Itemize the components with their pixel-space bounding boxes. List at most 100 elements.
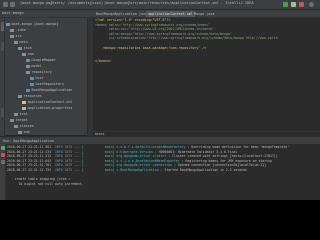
folder-icon [14,124,18,128]
file-icon [30,76,34,80]
log-msg: : Started BootMongoApplication in 2.3 se… [160,167,247,172]
file-icon [26,88,30,92]
log-level: INFO [54,145,65,149]
tree-item-label: src [15,34,22,38]
log-date: 2018-06-27 23:21:12.755 [7,167,55,172]
project-tool-button[interactable] [1,22,4,31]
folder-icon [26,70,30,74]
log-cls: [ main] org.mongodb.driver.cluster [81,154,169,159]
log-thread: --- [74,145,82,149]
log-msg: : Registering beans for JMX exposure on … [181,158,272,163]
tab-mongo[interactable]: Mongo.java [192,11,216,17]
toolbar-path-2[interactable]: /documents/ [68,1,92,5]
tool-window-strip [0,18,5,136]
log-level: INFO [54,154,65,159]
folder-icon [22,52,26,56]
log-pid: 3475 [64,167,75,172]
folder-icon [10,28,14,32]
stop-icon[interactable] [299,2,304,7]
log-pid: 3475 [64,149,75,154]
run-icon[interactable] [283,2,288,7]
log-date: 2018-06-27 23:21:12.512 [7,154,55,159]
tree-item-label: applicationContext.xml [27,100,73,104]
console-output[interactable]: 2018-06-27 23:21:11.981 INFO 3475 --- [ … [7,145,320,200]
log-thread: --- [74,158,82,163]
window-title: /src/main/resources/applicationContext.x… [128,1,254,5]
search-icon[interactable] [309,2,314,7]
stop-console-icon[interactable] [1,153,5,157]
toolbar-path-0[interactable]: [boot-mongo-pm] [20,1,52,5]
run-tab-header[interactable]: Run: BootMongoApplication [0,138,320,144]
tree-item-label: User [35,76,44,80]
log-date: 2018-06-27 23:21:12.701 [7,163,55,168]
log-msg: : Opened connection [connectionId{localV… [174,163,267,168]
console-sql-line: Id bigint not null auto_increment, [7,181,84,186]
log-level: INFO [54,158,65,163]
file-icon [26,58,30,62]
log-pid: 3475 [64,163,75,168]
tree-item-label: boot-mongo [boot-mongo] [11,22,59,26]
folder-icon [18,94,22,98]
editor-breadcrumb[interactable]: beans [93,131,320,136]
tab-boot-mongo-application[interactable]: BootMongoApplication.java [94,11,149,17]
folder-icon [14,40,18,44]
tree-item-label: main [19,40,28,44]
restore-layout-icon[interactable] [1,160,5,164]
toolbar-path-1[interactable]: /Users/ [50,1,65,5]
forward-icon[interactable] [10,2,15,7]
tree-item-label: GoogleMapper [31,58,57,62]
run-console: Run: BootMongoApplication 2018-06-27 23:… [0,137,320,200]
debug-icon[interactable] [291,2,296,7]
tab-application-context[interactable]: applicationContext.xml [146,11,195,17]
project-panel: boot-mongo [boot-mongo] .idea src main java c… [0,18,88,136]
log-level: INFO [54,167,65,172]
folder-icon [14,112,18,116]
console-actions [0,144,6,200]
log-cls: [ main] c.BootMongoApplication [81,167,161,172]
tree-item-label: .idea [15,28,26,32]
rerun-icon[interactable] [1,146,5,150]
file-icon [30,82,34,86]
tree-item-label: classes [19,124,34,128]
log-cls: [ main] o.s.b.f.s.DefaultListableBeanFac… [81,145,188,149]
tree-item-label: resources [23,94,42,98]
tree-item-label: UserRepository [35,82,65,86]
project-breadcrumb[interactable]: boot-mongo [2,11,24,15]
folder-icon [18,46,22,50]
toolbar-path-3[interactable]: [xxxx] [90,1,103,5]
log-thread: --- [74,154,82,159]
log-msg: : Cluster created with settings {hosts=[… [168,154,278,159]
tree-item-label: com [27,52,34,56]
tree-item[interactable]: applicationContext.xml [6,135,87,136]
main-toolbar: [boot-mongo-pm] /Users/ /documents/ [xxx… [0,0,320,10]
log-pid: 3475 [64,158,75,163]
log-msg: : HV000001: Hibernate Validator 5.3.6.Fi… [154,149,238,154]
structure-tool-button[interactable] [1,42,4,51]
back-icon[interactable] [3,2,8,7]
folder-icon [10,34,14,38]
log-msg: : Overriding bean definition for bean 'm… [187,145,290,149]
toolbar-path-4[interactable]: [boot-mongo] [104,1,130,5]
screen: [boot-mongo-pm] /Users/ /documents/ [xxx… [0,0,320,240]
log-cls: [ main] o.s.j.e.a.AnnotationMBeanExporte… [81,158,182,163]
file-icon [22,100,26,104]
log-cls: [ main] org.mongodb.driver.connection [81,163,175,168]
log-pid: 3475 [64,145,75,149]
tree-item-label: com [23,130,30,134]
tree-item-label: test [19,112,28,116]
editor-tab-bar: boot-mongo BootMongoApplication.java app… [0,10,320,18]
ide-window: [boot-mongo-pm] /Users/ /documents/ [xxx… [0,0,320,200]
tree-item-label: model [31,64,42,68]
favorites-tool-button[interactable] [1,108,4,117]
tree-item-label: repository [31,70,52,74]
file-icon [22,106,26,110]
code-editor[interactable]: <?xml version="1.0" encoding="UTF-8"?> <b… [93,18,320,136]
folder-icon [10,118,14,122]
code-area[interactable]: <?xml version="1.0" encoding="UTF-8"?> <b… [93,18,320,64]
tree-item-label: target [15,118,28,122]
code-line[interactable]: </beans> [93,59,320,64]
log-date: 2018-06-27 23:21:11.981 [7,145,55,149]
log-date: 2018-06-27 23:21:12.645 [7,158,55,163]
tree-item-label: application.properties [27,106,73,110]
log-thread: --- [74,167,82,172]
